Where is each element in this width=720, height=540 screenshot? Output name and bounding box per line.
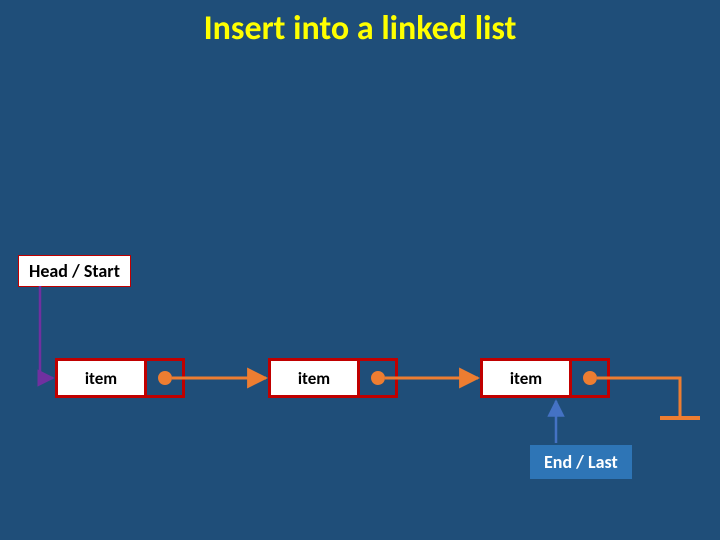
end-label: End / Last	[530, 445, 632, 479]
node-item-cell: item	[58, 361, 147, 395]
pointer-dot-icon	[583, 371, 597, 385]
page-title: Insert into a linked list	[0, 8, 720, 49]
node-pointer-cell	[572, 361, 607, 395]
node-item-cell: item	[271, 361, 360, 395]
node-pointer-cell	[147, 361, 182, 395]
head-arrow	[40, 286, 53, 378]
node-item-cell: item	[483, 361, 572, 395]
list-node-0: item	[55, 358, 185, 398]
head-label: Head / Start	[18, 255, 131, 287]
pointer-dot-icon	[371, 371, 385, 385]
list-node-2: item	[480, 358, 610, 398]
list-node-1: item	[268, 358, 398, 398]
node-pointer-cell	[360, 361, 395, 395]
pointer-dot-icon	[158, 371, 172, 385]
